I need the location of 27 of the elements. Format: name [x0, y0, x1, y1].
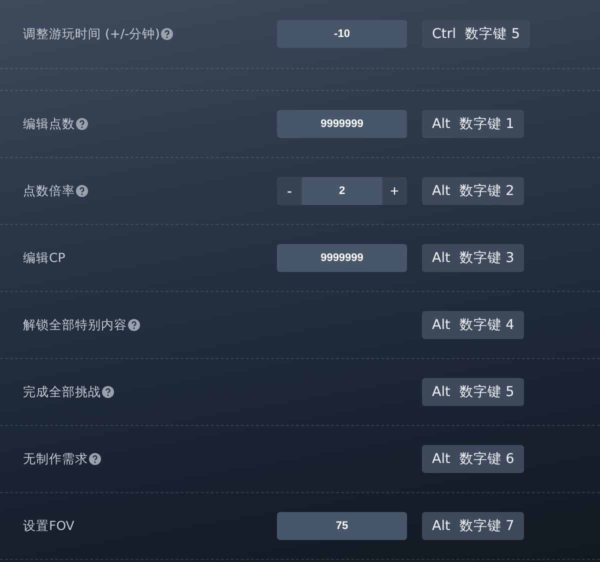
value-field[interactable]: -10: [277, 20, 407, 48]
setting-label: 调整游玩时间 (+/-分钟): [23, 26, 160, 42]
value-field[interactable]: 75: [277, 512, 407, 540]
hotkey-button[interactable]: Alt 数字键 1: [422, 110, 524, 138]
setting-label: 完成全部挑战: [23, 384, 101, 400]
setting-label: 无制作需求: [23, 450, 88, 468]
help-icon[interactable]: [102, 386, 114, 398]
value-field[interactable]: 9999999: [277, 244, 407, 272]
value-field[interactable]: 2: [302, 177, 382, 205]
setting-label: 编辑CP: [23, 250, 66, 266]
value-field[interactable]: 9999999: [277, 110, 407, 138]
help-icon[interactable]: [160, 28, 173, 40]
hotkey-button[interactable]: Alt 数字键 4: [422, 311, 524, 339]
setting-label: 编辑点数: [23, 116, 75, 132]
hotkey-button[interactable]: Ctrl 数字键 5: [422, 20, 530, 48]
setting-label: 点数倍率: [23, 182, 75, 200]
hotkey-button[interactable]: Alt 数字键 5: [422, 378, 524, 406]
setting-label: 解锁全部特别内容: [23, 316, 127, 334]
setting-label: 设置FOV: [23, 518, 74, 534]
hotkey-button[interactable]: Alt 数字键 2: [422, 177, 524, 205]
help-icon[interactable]: [76, 118, 88, 130]
help-icon[interactable]: [128, 319, 140, 331]
hotkey-button[interactable]: Alt 数字键 6: [422, 445, 524, 473]
hotkey-button[interactable]: Alt 数字键 3: [422, 244, 524, 272]
help-icon[interactable]: [89, 453, 101, 465]
help-icon[interactable]: [76, 185, 88, 197]
hotkey-button[interactable]: Alt 数字键 7: [422, 512, 524, 540]
